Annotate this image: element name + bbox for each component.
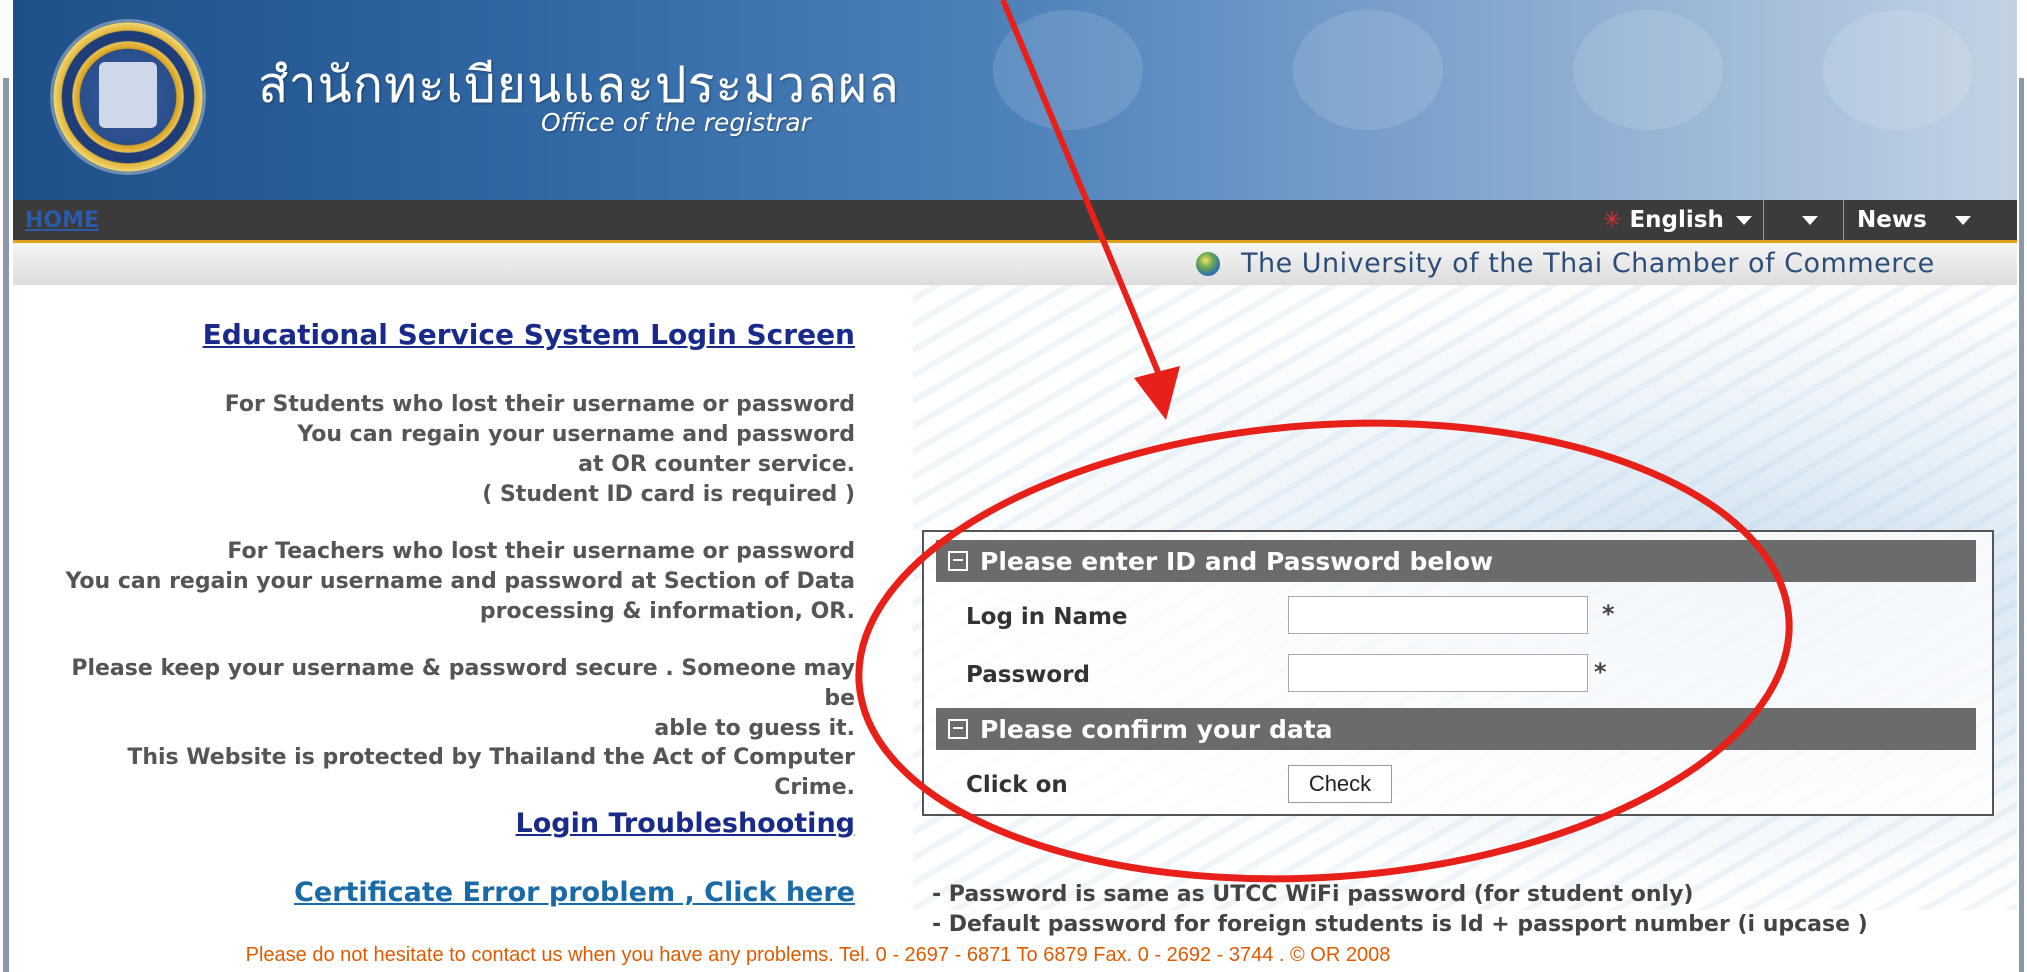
required-mark: *	[1594, 658, 1607, 686]
login-name-label: Log in Name	[966, 604, 1128, 630]
collapse-icon	[948, 719, 968, 739]
certificate-error-link[interactable]: Certificate Error problem , Click here	[53, 877, 855, 908]
uk-flag-icon: ✳	[1603, 207, 1622, 233]
notice-line: For Teachers who lost their username or …	[227, 539, 855, 564]
notice-line: able to guess it.	[654, 716, 855, 741]
banner-decoration	[1573, 10, 1723, 130]
login-name-input[interactable]	[1288, 596, 1588, 634]
language-label: English	[1629, 207, 1724, 233]
confirm-section-title: Please confirm your data	[980, 714, 1333, 744]
contact-footer: Please do not hesitate to contact us whe…	[245, 944, 1391, 966]
blank-menu[interactable]	[1765, 200, 1844, 240]
notice-line: You can regain your username and passwor…	[65, 569, 855, 594]
window-left-frame	[0, 0, 13, 972]
window-right-frame	[2017, 0, 2027, 972]
globe-icon	[1196, 252, 1220, 276]
home-link[interactable]: HOME	[25, 208, 99, 233]
login-troubleshooting-link[interactable]: Login Troubleshooting	[53, 808, 856, 839]
chevron-down-icon	[1802, 215, 1818, 225]
university-bar: The University of the Thai Chamber of Co…	[13, 243, 2017, 285]
banner-decoration	[1293, 10, 1443, 130]
students-notice: For Students who lost their username or …	[53, 390, 855, 510]
foreign-password-note: - Default password for foreign students …	[932, 912, 1868, 937]
password-input[interactable]	[1288, 654, 1588, 692]
login-form: Please enter ID and Password below Log i…	[922, 530, 1994, 816]
notice-line: processing & information, OR.	[479, 599, 855, 624]
header-banner: สำนักทะเบียนและประมวลผล Office of the re…	[13, 0, 2017, 200]
login-section-header: Please enter ID and Password below	[936, 540, 1976, 582]
seal-emblem	[99, 62, 157, 128]
law-notice: This Website is protected by Thailand th…	[127, 745, 855, 800]
password-label: Password	[966, 662, 1090, 688]
nav-bar: HOME ✳ English News	[13, 200, 2017, 243]
banner-decoration	[993, 10, 1143, 130]
language-menu[interactable]: ✳ English	[1603, 200, 1764, 240]
news-label: News	[1857, 207, 1927, 233]
university-seal-logo	[53, 22, 203, 172]
login-section-title: Please enter ID and Password below	[980, 546, 1494, 576]
right-border	[2019, 78, 2024, 972]
news-menu[interactable]: News	[1845, 200, 2017, 240]
left-border	[3, 78, 9, 972]
page-title[interactable]: Educational Service System Login Screen	[53, 318, 855, 351]
click-on-label: Click on	[966, 772, 1068, 798]
page: สำนักทะเบียนและประมวลผล Office of the re…	[13, 0, 2017, 972]
security-notice: Please keep your username & password sec…	[53, 654, 855, 744]
required-mark: *	[1602, 600, 1615, 628]
banner-decoration	[1823, 10, 1973, 130]
notice-line: at OR counter service.	[578, 452, 855, 477]
office-title-english: Office of the registrar	[541, 108, 811, 137]
check-button[interactable]: Check	[1288, 765, 1392, 803]
notice-line: You can regain your username and passwor…	[297, 422, 855, 447]
teachers-notice: For Teachers who lost their username or …	[53, 537, 855, 627]
notice-line: ( Student ID card is required )	[482, 482, 855, 507]
confirm-section-header: Please confirm your data	[936, 708, 1976, 750]
university-name: The University of the Thai Chamber of Co…	[1241, 248, 1935, 279]
chevron-down-icon	[1954, 215, 1971, 225]
chevron-down-icon	[1735, 215, 1752, 225]
notice-line: Please keep your username & password sec…	[71, 656, 855, 711]
collapse-icon	[948, 551, 968, 571]
notice-line: For Students who lost their username or …	[224, 392, 855, 417]
password-note: - Password is same as UTCC WiFi password…	[932, 882, 1694, 907]
